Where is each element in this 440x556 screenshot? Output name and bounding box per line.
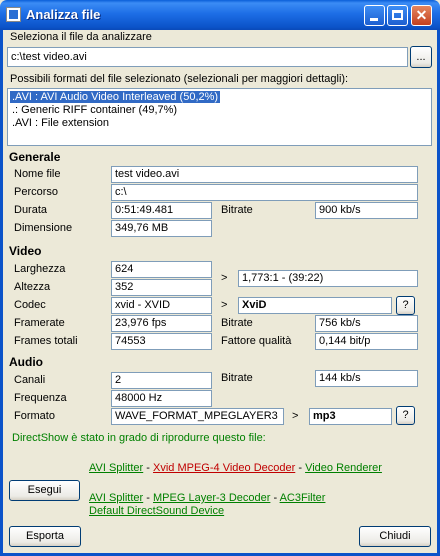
directshow-message: DirectShow è stato in grado di riprodurr… [12, 432, 266, 444]
width-field: 624 [111, 261, 212, 278]
height-field: 352 [111, 279, 212, 296]
filter-separator: - [146, 462, 150, 474]
run-button[interactable]: Esegui [9, 480, 80, 501]
codec-label: Codec [14, 299, 46, 311]
video-heading: Video [9, 244, 42, 258]
filter-separator: - [298, 462, 303, 474]
format-help-button[interactable]: ? [396, 406, 415, 425]
browse-button[interactable]: ... [410, 46, 432, 68]
title-bar: Analizza file ✕ [0, 0, 440, 30]
filter-link-avi-splitter-audio[interactable]: AVI Splitter [89, 492, 143, 504]
file-name-label: Nome file [14, 168, 61, 180]
close-window-button[interactable]: ✕ [411, 5, 432, 26]
format-label: Formato [14, 410, 55, 422]
format-item-avi[interactable]: .AVI : AVI Audio Video Interleaved (50,2… [10, 91, 221, 103]
close-icon: ✕ [415, 7, 428, 23]
size-label: Dimensione [14, 222, 73, 234]
filter-link-video-renderer[interactable]: Video Renderer [305, 462, 382, 474]
filter-link-ac3filter[interactable]: AC3Filter [280, 492, 326, 504]
aspect-ratio-field: 1,773:1 - (39:22) [238, 270, 418, 287]
audio-bitrate-label: Bitrate [221, 372, 253, 384]
codec-arrow: > [221, 299, 228, 311]
general-bitrate-label: Bitrate [221, 204, 253, 216]
close-button[interactable]: Chiudi [359, 526, 431, 547]
format-item-extension[interactable]: .AVI : File extension [10, 117, 111, 129]
aspect-arrow: > [221, 272, 228, 284]
channels-label: Canali [14, 374, 46, 386]
frames-label: Frames totali [14, 335, 78, 347]
size-field: 349,76 MB [111, 220, 212, 237]
minimize-icon [370, 18, 378, 21]
audio-filter-chain: AVI Splitter - MPEG Layer-3 Decoder - AC… [89, 492, 325, 504]
window-title: Analizza file [26, 7, 101, 22]
codec-field: xvid - XVID [111, 297, 212, 314]
file-path-input[interactable]: c:\test video.avi [7, 47, 408, 67]
path-field: c:\ [111, 184, 418, 201]
format-item-riff[interactable]: .: Generic RIFF container (49,7%) [10, 104, 179, 116]
filter-separator: - [146, 492, 150, 504]
video-bitrate-field: 756 kb/s [315, 315, 418, 332]
formats-list[interactable]: .AVI : AVI Audio Video Interleaved (50,2… [7, 88, 432, 146]
formats-label: Possibili formati del file selezionato (… [10, 73, 349, 85]
audio-heading: Audio [9, 355, 43, 369]
format-field: WAVE_FORMAT_MPEGLAYER3 [111, 408, 284, 425]
path-label: Percorso [14, 186, 59, 198]
frequency-field: 48000 Hz [111, 390, 212, 407]
quality-field: 0,144 bit/p [315, 333, 418, 350]
filter-link-directsound-device[interactable]: Default DirectSound Device [89, 505, 224, 517]
framerate-label: Framerate [14, 317, 65, 329]
frames-field: 74553 [111, 333, 212, 350]
filter-separator: - [273, 492, 278, 504]
minimize-button[interactable] [364, 5, 385, 26]
frequency-label: Frequenza [14, 392, 67, 404]
filter-link-avi-splitter-video[interactable]: AVI Splitter [89, 462, 143, 474]
video-bitrate-label: Bitrate [221, 317, 253, 329]
duration-label: Durata [14, 204, 48, 216]
audio-bitrate-field: 144 kb/s [315, 370, 418, 387]
width-label: Larghezza [14, 263, 66, 275]
file-select-label: Seleziona il file da analizzare [10, 31, 152, 43]
app-icon [6, 7, 21, 22]
general-heading: Generale [9, 150, 61, 164]
file-name-field: test video.avi [111, 166, 418, 183]
filter-link-xvid-decoder[interactable]: Xvid MPEG-4 Video Decoder [153, 462, 295, 474]
general-bitrate-field: 900 kb/s [315, 202, 418, 219]
export-button[interactable]: Esporta [9, 526, 81, 547]
codec-help-button[interactable]: ? [396, 296, 415, 315]
video-filter-chain: AVI Splitter - Xvid MPEG-4 Video Decoder… [89, 462, 382, 474]
height-label: Altezza [14, 281, 51, 293]
filter-link-mpeg-layer3-decoder[interactable]: MPEG Layer-3 Decoder [153, 492, 270, 504]
duration-field: 0:51:49.481 [111, 202, 212, 219]
format-name-field: mp3 [309, 408, 392, 425]
channels-field: 2 [111, 372, 212, 389]
format-arrow: > [292, 410, 299, 422]
quality-label: Fattore qualità [221, 335, 292, 347]
maximize-button[interactable] [387, 5, 408, 26]
framerate-field: 23,976 fps [111, 315, 212, 332]
maximize-icon [392, 10, 403, 20]
codec-name-field: XviD [238, 297, 392, 314]
